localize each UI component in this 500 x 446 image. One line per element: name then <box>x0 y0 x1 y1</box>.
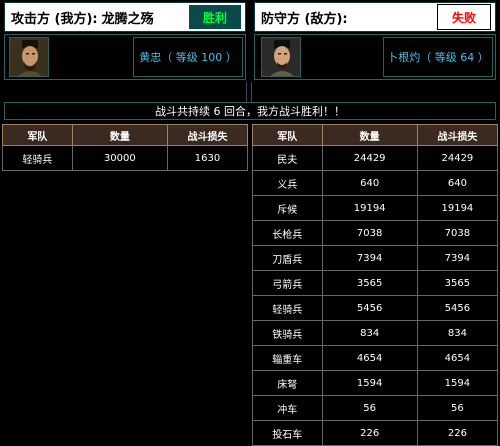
attacker-general-name: 黄忠 <box>139 51 162 64</box>
troop-loss: 3565 <box>416 270 499 296</box>
troop-loss: 640 <box>416 170 499 196</box>
table-row: 弓箭兵 3565 3565 <box>252 270 499 296</box>
table-row: 轻骑兵 30000 1630 <box>2 145 248 171</box>
defender-status-badge: 失败 <box>437 4 491 30</box>
troop-unit: 床弩 <box>252 370 323 396</box>
table-row: 义兵 640 640 <box>252 170 499 196</box>
column-header-loss: 战斗损失 <box>167 124 248 146</box>
troop-loss: 226 <box>416 420 499 446</box>
troop-unit: 刀盾兵 <box>252 245 323 271</box>
troop-unit: 弓箭兵 <box>252 270 323 296</box>
troop-unit: 轻骑兵 <box>2 145 73 171</box>
troop-loss: 7394 <box>416 245 499 271</box>
table-row: 斥候 19194 19194 <box>252 195 499 221</box>
defender-level: （ 等级 64 ） <box>420 51 489 64</box>
defender-card: 卜根灼 （ 等级 64 ） <box>254 34 496 80</box>
troop-count: 7394 <box>321 245 418 271</box>
troop-count: 24429 <box>321 145 418 171</box>
troop-unit: 长枪兵 <box>252 220 323 246</box>
table-row: 民夫 24429 24429 <box>252 145 499 171</box>
attacker-card: 黄忠 （ 等级 100 ） <box>4 34 246 80</box>
table-row: 投石车 226 226 <box>252 420 499 446</box>
table-row: 辎重车 4654 4654 <box>252 345 499 371</box>
defender-portrait-avatar <box>261 37 301 77</box>
center-divider <box>246 82 252 102</box>
table-row: 冲车 56 56 <box>252 395 499 421</box>
troop-unit: 投石车 <box>252 420 323 446</box>
troop-loss: 24429 <box>416 145 499 171</box>
troop-count: 640 <box>321 170 418 196</box>
column-header-count: 数量 <box>321 124 418 146</box>
column-header-loss: 战斗损失 <box>416 124 499 146</box>
table-row: 长枪兵 7038 7038 <box>252 220 499 246</box>
attacker-troops-table: 军队 数量 战斗损失 轻骑兵 30000 1630 <box>2 124 248 171</box>
column-header-count: 数量 <box>71 124 169 146</box>
battle-summary: 战斗共持续 6 回合，我方战斗胜利！！ <box>4 102 496 120</box>
troop-unit: 轻骑兵 <box>252 295 323 321</box>
attacker-label: 攻击方 (我方): <box>11 11 98 27</box>
table-row: 刀盾兵 7394 7394 <box>252 245 499 271</box>
defender-label: 防守方 (敌方): <box>261 11 348 27</box>
troop-loss: 19194 <box>416 195 499 221</box>
troop-unit: 斥候 <box>252 195 323 221</box>
troop-loss: 56 <box>416 395 499 421</box>
troop-count: 3565 <box>321 270 418 296</box>
troop-unit: 义兵 <box>252 170 323 196</box>
troop-loss: 1594 <box>416 370 499 396</box>
troop-loss: 834 <box>416 320 499 346</box>
attacker-general-level: 黄忠 （ 等级 100 ） <box>133 37 243 77</box>
attacker-name: 龙腾之殇 <box>101 11 154 27</box>
table-row: 床弩 1594 1594 <box>252 370 499 396</box>
troop-count: 4654 <box>321 345 418 371</box>
attacker-portrait-avatar <box>9 37 49 77</box>
attacker-status-badge: 胜利 <box>189 5 241 29</box>
battle-summary-text: 战斗共持续 6 回合，我方战斗胜利！！ <box>155 105 345 118</box>
troop-count: 834 <box>321 320 418 346</box>
troop-count: 226 <box>321 420 418 446</box>
column-header-army: 军队 <box>252 124 323 146</box>
troop-count: 56 <box>321 395 418 421</box>
table-row: 铁骑兵 834 834 <box>252 320 499 346</box>
troop-unit: 辎重车 <box>252 345 323 371</box>
column-header-army: 军队 <box>2 124 73 146</box>
defender-troops-table: 军队 数量 战斗损失 民夫 24429 24429 义兵 640 640 斥候 19194… <box>252 124 499 446</box>
troop-count: 7038 <box>321 220 418 246</box>
troop-unit: 民夫 <box>252 145 323 171</box>
troop-count: 19194 <box>321 195 418 221</box>
troop-loss: 7038 <box>416 220 499 246</box>
defender-general-level: 卜根灼 （ 等级 64 ） <box>383 37 493 77</box>
troop-loss: 1630 <box>167 145 248 171</box>
attacker-header: 攻击方 (我方): 龙腾之殇 胜利 <box>4 2 246 32</box>
troop-count: 5456 <box>321 295 418 321</box>
defender-header: 防守方 (敌方): 失败 <box>254 2 496 32</box>
attacker-level: （ 等级 100 ） <box>161 51 237 64</box>
troop-unit: 铁骑兵 <box>252 320 323 346</box>
troop-loss: 4654 <box>416 345 499 371</box>
defender-general-name: 卜根灼 <box>387 51 421 64</box>
troop-count: 1594 <box>321 370 418 396</box>
troop-loss: 5456 <box>416 295 499 321</box>
troop-unit: 冲车 <box>252 395 323 421</box>
table-row: 轻骑兵 5456 5456 <box>252 295 499 321</box>
troop-count: 30000 <box>71 145 169 171</box>
